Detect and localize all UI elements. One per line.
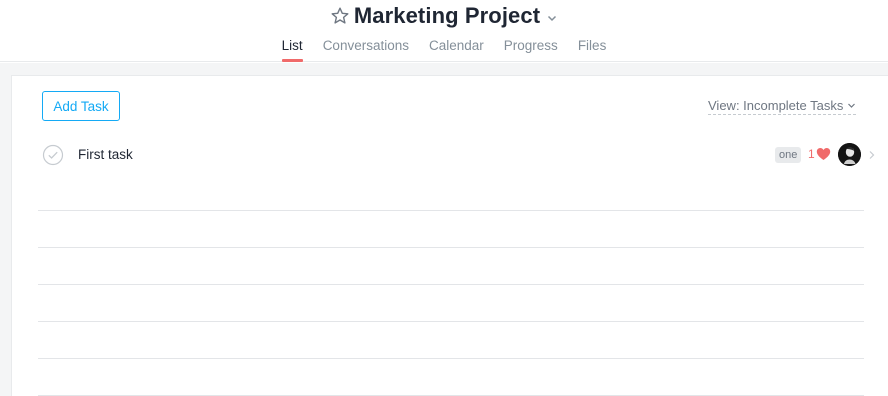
task-name[interactable]: First task (78, 147, 133, 162)
chevron-down-icon[interactable] (546, 12, 558, 24)
chevron-right-icon[interactable] (868, 150, 876, 160)
task-row-divider (38, 284, 864, 285)
view-filter-dropdown[interactable]: View: Incomplete Tasks (708, 97, 857, 115)
tag-badge[interactable]: one (775, 147, 802, 163)
task-row-divider (38, 210, 864, 211)
task-row-divider (38, 358, 864, 359)
task-row-divider (38, 321, 864, 322)
like-count: 1 (808, 147, 815, 161)
avatar-photo (838, 143, 861, 166)
add-task-button[interactable]: Add Task (42, 91, 120, 121)
tab-list[interactable]: List (281, 36, 303, 62)
tab-progress[interactable]: Progress (504, 36, 558, 62)
star-icon[interactable] (330, 6, 350, 26)
tab-conversations[interactable]: Conversations (323, 36, 409, 62)
project-tabs: List Conversations Calendar Progress Fil… (0, 36, 888, 62)
checkmark-circle-icon[interactable] (42, 144, 64, 166)
project-title: Marketing Project (353, 3, 541, 28)
tab-files[interactable]: Files (578, 36, 607, 62)
task-row-divider (38, 247, 864, 248)
project-title-row: Marketing Project (0, 2, 888, 30)
task-row[interactable]: First task one 1 (38, 137, 875, 173)
chevron-down-icon (848, 103, 856, 108)
tab-calendar[interactable]: Calendar (429, 36, 484, 62)
project-header: Marketing Project List Conversations Cal… (0, 0, 888, 62)
task-list-panel (11, 75, 888, 396)
heart-icon[interactable] (816, 147, 831, 161)
view-filter-label: View: Incomplete Tasks (708, 98, 844, 113)
avatar[interactable] (838, 143, 861, 166)
